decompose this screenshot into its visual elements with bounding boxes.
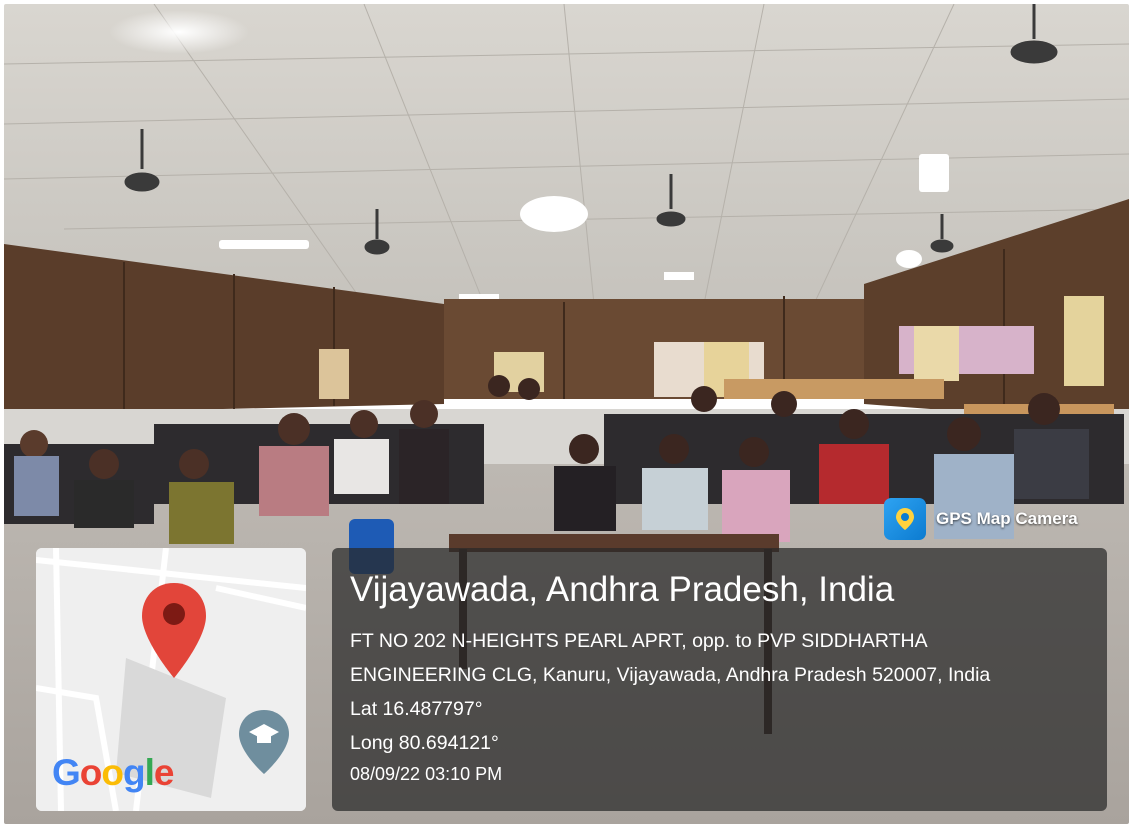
city-title: Vijayawada, Andhra Pradesh, India xyxy=(350,570,895,609)
gps-map-camera-badge: GPS Map Camera xyxy=(884,498,1078,540)
google-logo: Google xyxy=(52,752,174,793)
location-info-panel: Vijayawada, Andhra Pradesh, India FT NO … xyxy=(332,548,1107,811)
address-line-1: FT NO 202 N-HEIGHTS PEARL APRT, opp. to … xyxy=(350,630,928,652)
badge-label: GPS Map Camera xyxy=(936,509,1078,528)
longitude: Long 80.694121° xyxy=(350,732,499,754)
timestamp: 08/09/22 03:10 PM xyxy=(350,764,503,784)
photo-frame: GPS Map Camera Google Vijayawada, Andhra… xyxy=(4,4,1129,824)
location-map: Google xyxy=(36,548,306,811)
gps-camera-icon xyxy=(884,498,926,540)
address-line-2: ENGINEERING CLG, Kanuru, Vijayawada, And… xyxy=(350,664,991,686)
latitude: Lat 16.487797° xyxy=(350,698,483,720)
